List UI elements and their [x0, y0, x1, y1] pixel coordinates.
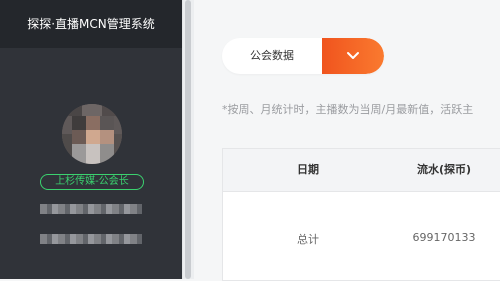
app-title: 探探·直播MCN管理系统 — [0, 0, 182, 48]
chevron-down-icon — [347, 52, 359, 59]
redacted-user-info — [40, 204, 142, 214]
redacted-user-id — [40, 234, 142, 244]
cell-total-label: 总计 — [297, 233, 319, 246]
data-type-select[interactable]: 公会数据 — [222, 38, 384, 74]
role-badge: 上杉传媒-公会长 — [40, 174, 144, 190]
column-header-revenue: 流水(探币) — [416, 163, 472, 176]
avatar — [62, 104, 122, 164]
main-content: 公会数据 *按周、月统计时，主播数为当周/月最新值，活跃主 日期 流水(探币) … — [193, 0, 500, 281]
data-table: 日期 流水(探币) 总计 699170133 — [222, 148, 500, 281]
column-header-date: 日期 — [297, 163, 319, 176]
statistics-note: *按周、月统计时，主播数为当周/月最新值，活跃主 — [222, 103, 474, 116]
sidebar: 探探·直播MCN管理系统 上杉传媒-公会长 — [0, 0, 182, 279]
select-value[interactable]: 公会数据 — [222, 38, 322, 74]
table-header: 日期 流水(探币) — [223, 149, 500, 192]
scrollbar-thumb[interactable] — [185, 0, 191, 279]
cell-total-revenue: 699170133 — [412, 231, 476, 244]
dropdown-toggle-button[interactable] — [322, 38, 384, 74]
